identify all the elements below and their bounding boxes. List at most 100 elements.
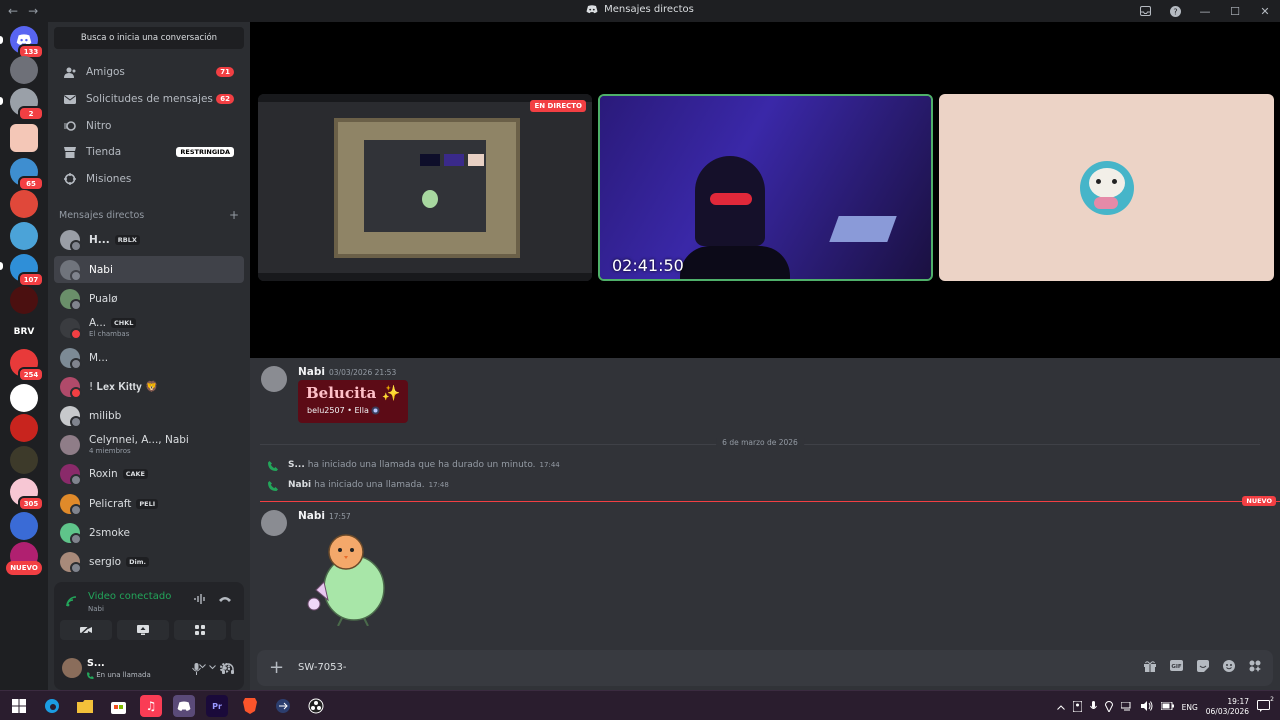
- dm-item[interactable]: Pelicraft PELI: [54, 490, 244, 517]
- nav-friends[interactable]: Amigos 71: [54, 60, 244, 84]
- home-button[interactable]: 133: [10, 26, 44, 59]
- server-icon[interactable]: 65: [10, 158, 44, 191]
- user-avatar[interactable]: [62, 658, 82, 678]
- brave-icon[interactable]: [239, 695, 261, 717]
- nav-quests[interactable]: Misiones: [54, 167, 244, 191]
- server-icon[interactable]: BRV: [10, 318, 38, 346]
- phone-icon: [87, 671, 94, 679]
- avatar: [60, 259, 82, 282]
- app-icon[interactable]: [272, 695, 294, 717]
- date-divider: 6 de marzo de 2026: [260, 438, 1260, 447]
- dm-item[interactable]: sergio Dim.: [54, 548, 244, 575]
- nav-shop[interactable]: Tienda RESTRINGIDA: [54, 140, 244, 164]
- attach-plus-icon[interactable]: +: [269, 659, 284, 677]
- video-tile[interactable]: 02:41:50: [598, 94, 933, 281]
- svg-text:GIF: GIF: [1171, 664, 1182, 670]
- system-author[interactable]: Nabi: [288, 480, 311, 490]
- share-screen-button[interactable]: [117, 620, 169, 640]
- server-icon[interactable]: [10, 222, 38, 250]
- author-avatar[interactable]: [261, 510, 287, 536]
- dm-item[interactable]: Roxin CAKE: [54, 460, 244, 487]
- obs-icon[interactable]: [305, 695, 327, 717]
- server-icon[interactable]: [10, 190, 38, 218]
- windows-taskbar: ♫ Pr ENG 19:17 06/03/2026 2: [0, 690, 1280, 720]
- author-name[interactable]: Nabi: [298, 510, 325, 522]
- new-messages-divider: NUEVO: [260, 496, 1280, 506]
- author-avatar[interactable]: [261, 366, 287, 392]
- search-button[interactable]: Busca o inicia una conversación: [54, 27, 244, 49]
- chevron-down-icon[interactable]: [199, 664, 206, 669]
- mic-tray-icon[interactable]: [1089, 700, 1097, 714]
- author-name[interactable]: Nabi: [298, 366, 325, 378]
- emoji-icon[interactable]: [1223, 660, 1235, 672]
- notifications-icon[interactable]: 2: [1257, 696, 1274, 714]
- server-icon[interactable]: [10, 286, 38, 314]
- activities-button[interactable]: [174, 620, 226, 640]
- server-icon[interactable]: [10, 414, 38, 442]
- maximize-button[interactable]: ☐: [1220, 0, 1250, 22]
- dm-item[interactable]: Pualø: [54, 285, 244, 312]
- message-input[interactable]: SW-7053-: [298, 662, 347, 673]
- nav-nitro[interactable]: Nitro: [54, 114, 244, 138]
- server-icon[interactable]: [10, 384, 38, 412]
- server-icon[interactable]: [10, 446, 38, 474]
- disconnect-icon[interactable]: [219, 596, 231, 602]
- gift-icon[interactable]: [1144, 660, 1156, 672]
- edge-icon[interactable]: [41, 695, 63, 717]
- language-indicator[interactable]: ENG: [1182, 703, 1198, 712]
- dm-item[interactable]: M...: [54, 344, 244, 371]
- avatar: [60, 522, 82, 545]
- file-explorer-icon[interactable]: [74, 695, 96, 717]
- chevron-up-icon[interactable]: [1056, 703, 1065, 712]
- server-icon[interactable]: 2: [10, 88, 44, 121]
- system-author[interactable]: S...: [288, 460, 305, 470]
- soundboard-icon[interactable]: [194, 594, 206, 604]
- avatar-tile[interactable]: [939, 94, 1274, 281]
- add-dm-button[interactable]: +: [229, 209, 239, 221]
- sticker[interactable]: [302, 530, 392, 627]
- dm-item[interactable]: milibb: [54, 402, 244, 429]
- dm-item[interactable]: 2smoke: [54, 519, 244, 546]
- server-icon[interactable]: [10, 124, 38, 152]
- status-dot: [70, 473, 82, 486]
- server-icon[interactable]: 107: [10, 254, 44, 287]
- battery-icon[interactable]: [1160, 701, 1174, 712]
- nav-message-requests[interactable]: Solicitudes de mensajes 62: [54, 87, 244, 111]
- dm-item[interactable]: A... CHKL El chambas: [54, 314, 244, 341]
- dm-item[interactable]: Celynnei, A..., Nabi 4 miembros: [54, 431, 244, 458]
- server-icon[interactable]: 305: [10, 478, 44, 511]
- minimize-button[interactable]: —: [1190, 0, 1220, 22]
- close-button[interactable]: ✕: [1250, 0, 1280, 22]
- location-icon[interactable]: [1104, 700, 1113, 714]
- server-icon[interactable]: 254: [10, 349, 44, 382]
- gif-icon[interactable]: GIF: [1170, 660, 1183, 672]
- inbox-icon[interactable]: [1130, 0, 1160, 22]
- server-tag: RBLX: [114, 234, 140, 245]
- server-tag: PELI: [136, 498, 159, 509]
- screen-share-tile[interactable]: EN DIRECTO: [258, 94, 592, 281]
- store-icon[interactable]: [107, 695, 129, 717]
- unread-badge: 254: [18, 367, 44, 382]
- windows-start-icon[interactable]: [8, 695, 30, 717]
- dm-item[interactable]: H... RBLX: [54, 226, 244, 253]
- server-icon[interactable]: [10, 56, 38, 84]
- status-dot: [70, 327, 82, 340]
- sticker-icon[interactable]: [1197, 660, 1209, 672]
- premiere-icon[interactable]: Pr: [206, 695, 228, 717]
- dm-item[interactable]: Nabi: [54, 256, 244, 283]
- server-icon[interactable]: [10, 512, 38, 540]
- volume-icon[interactable]: [1140, 701, 1153, 713]
- clock[interactable]: 19:17 06/03/2026: [1206, 697, 1249, 717]
- profile-card-embed[interactable]: Belucita ✨ belu2507 • Ella: [298, 380, 408, 423]
- new-unreads-pill[interactable]: NUEVO: [6, 561, 42, 575]
- camera-off-button[interactable]: [60, 620, 112, 640]
- chevron-down-icon[interactable]: [209, 665, 216, 670]
- apps-icon[interactable]: [1249, 660, 1261, 672]
- gear-icon[interactable]: [219, 662, 231, 674]
- discord-taskbar-icon[interactable]: [173, 695, 195, 717]
- music-app-icon[interactable]: ♫: [140, 695, 162, 717]
- help-icon[interactable]: ?: [1160, 0, 1190, 22]
- network-icon[interactable]: [1120, 701, 1133, 713]
- dm-item[interactable]: ! 𝐋𝐞𝐱 𝐊𝐢𝐭𝐭𝐲 🦁: [54, 373, 244, 400]
- camera-icon[interactable]: [1072, 700, 1083, 714]
